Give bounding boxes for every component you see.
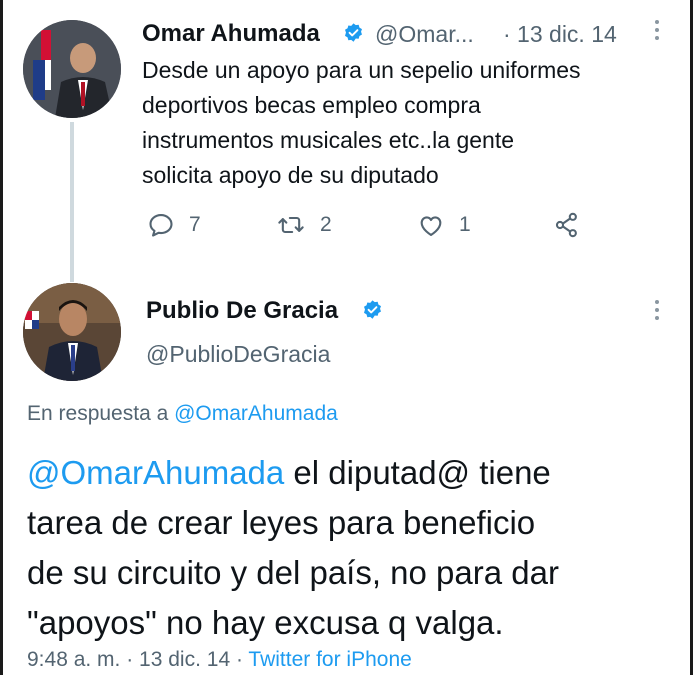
avatar-omar-photo: [23, 20, 121, 118]
verified-badge-icon: [364, 300, 381, 319]
replying-to-label: En respuesta a: [27, 402, 175, 425]
more-options-icon[interactable]: [653, 300, 661, 320]
tweet-line-text: el diputad@ tiene: [284, 454, 551, 491]
tweet-line: @OmarAhumada el diputad@ tiene: [27, 448, 677, 498]
retweet-button[interactable]: 2: [276, 211, 332, 239]
replying-to-link[interactable]: @OmarAhumada: [174, 402, 338, 425]
thread-connector-line: [70, 122, 74, 282]
reply-button[interactable]: 7: [147, 211, 201, 239]
retweet-icon: [278, 216, 304, 234]
tweet-line: Desde un apoyo para un sepelio uniformes: [142, 57, 581, 83]
tweet-line: solicita apoyo de su diputado: [142, 162, 439, 188]
tweet-line: instrumentos musicales etc..la gente: [142, 127, 515, 153]
author-handle[interactable]: @Omar...: [375, 21, 474, 48]
mention-link[interactable]: @OmarAhumada: [27, 454, 284, 491]
retweet-count: 2: [320, 213, 332, 236]
reply-icon: [149, 214, 173, 237]
tweet-line: deportivos becas empleo compra: [142, 92, 481, 118]
heart-icon: [420, 216, 442, 236]
tweet-body: Desde un apoyo para un sepelio uniformes…: [142, 53, 682, 193]
tweet-body: @OmarAhumada el diputad@ tiene tarea de …: [27, 448, 677, 648]
replying-to-line: En respuesta a @OmarAhumada: [27, 402, 338, 426]
share-icon: [555, 212, 577, 238]
like-button[interactable]: 1: [417, 211, 471, 239]
tweet-footer: 9:48 a. m. · 13 dic. 14 · Twitter for iP…: [27, 648, 412, 672]
share-button[interactable]: [553, 211, 581, 239]
avatar[interactable]: [23, 283, 121, 381]
tweet-time[interactable]: 9:48 a. m.: [27, 648, 120, 671]
tweet-date[interactable]: · 13 dic. 14 ·: [120, 648, 248, 671]
tweet-date[interactable]: · 13 dic. 14: [503, 21, 617, 48]
author-name[interactable]: Omar Ahumada: [142, 20, 320, 48]
tweet-source-link[interactable]: Twitter for iPhone: [248, 648, 411, 671]
author-name[interactable]: Publio De Gracia: [146, 297, 338, 325]
like-count: 1: [459, 213, 471, 236]
avatar-publio-photo: [23, 283, 121, 381]
reply-count: 7: [189, 213, 201, 236]
avatar[interactable]: [23, 20, 121, 118]
tweet-line: "apoyos" no hay excusa q valga.: [27, 604, 504, 641]
tweet-line: tarea de crear leyes para beneficio: [27, 504, 536, 541]
more-options-icon[interactable]: [653, 20, 661, 40]
verified-badge-icon: [345, 23, 362, 42]
tweet-thread: Omar Ahumada @Omar... · 13 dic. 14 Desde…: [3, 0, 690, 675]
tweet-line: de su circuito y del país, no para dar: [27, 554, 559, 591]
author-handle[interactable]: @PublioDeGracia: [146, 341, 330, 368]
